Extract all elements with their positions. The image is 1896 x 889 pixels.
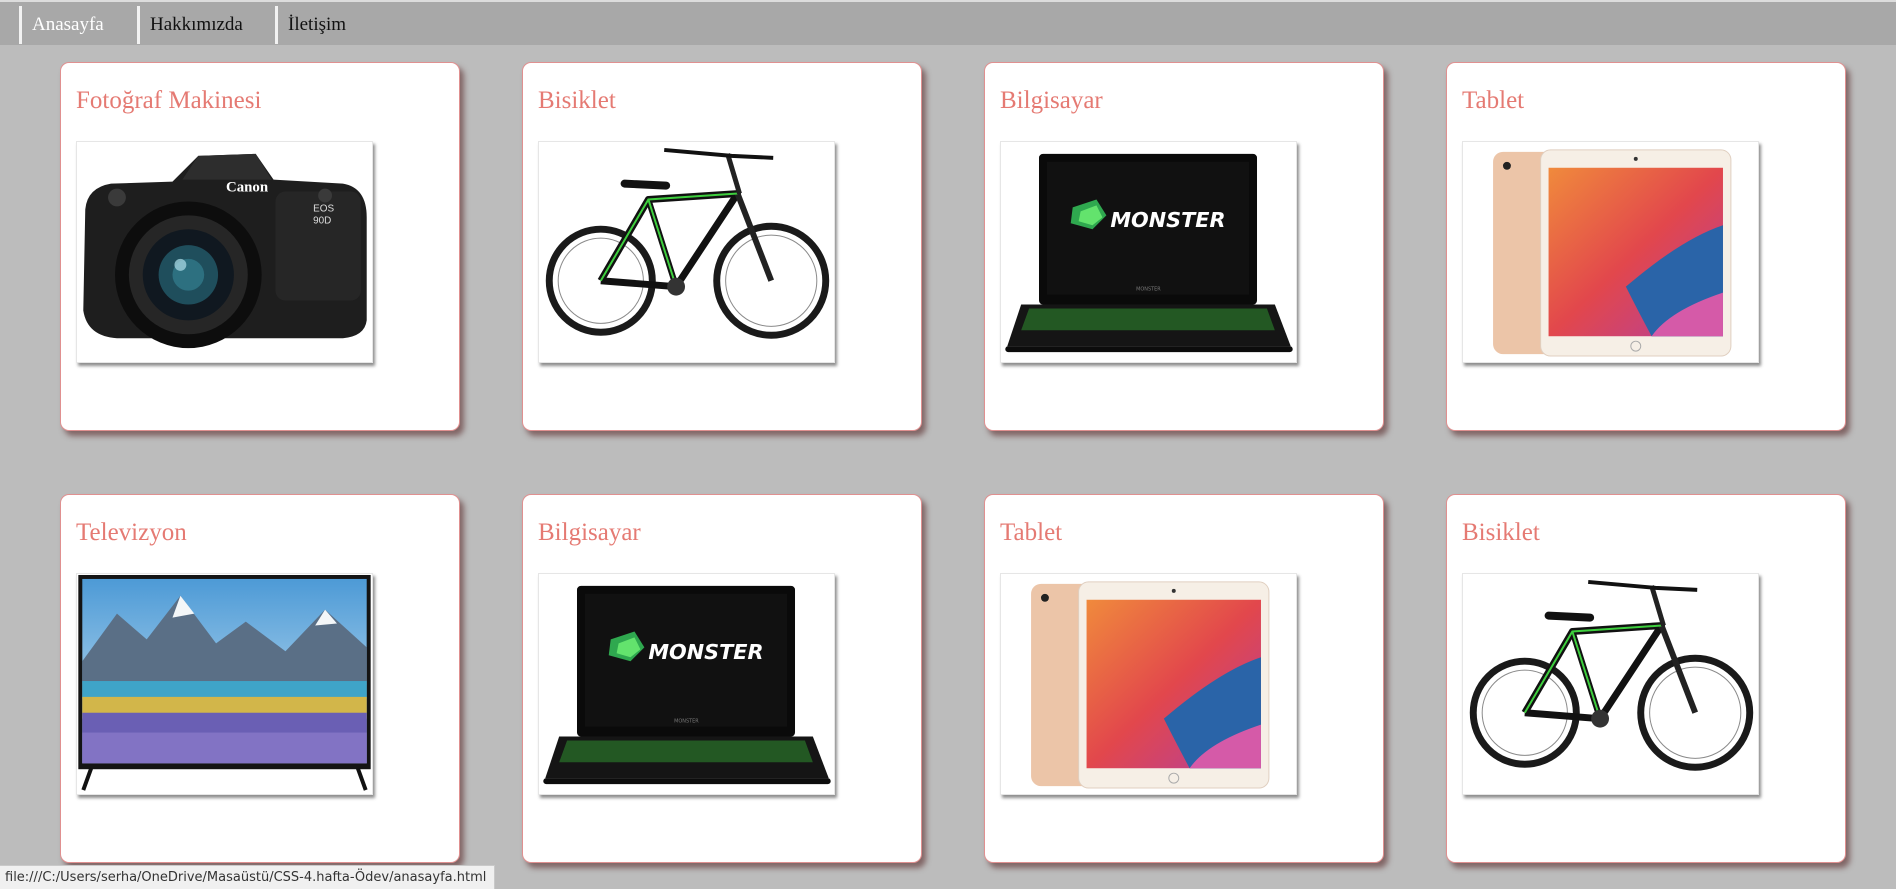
television-image[interactable] [76,573,373,795]
browser-status-url: file:///C:/Users/serha/OneDrive/Masaüstü… [0,865,496,889]
camera-model-line2: 90D [313,215,331,226]
product-card-televizyon: Televizyon [60,494,460,863]
product-title: Bilgisayar [1000,87,1103,114]
product-title: Fotoğraf Makinesi [76,87,262,114]
product-title: Tablet [1462,87,1525,114]
bicycle-image[interactable] [1462,573,1759,795]
product-title: Tablet [1000,519,1063,546]
product-card-bilgisayar-2: Bilgisayar MONSTER MONSTER [522,494,922,863]
product-card-bisiklet: Bisiklet [522,62,922,431]
bicycle-image[interactable] [538,141,835,363]
bicycle-icon [1463,574,1758,794]
nav-item-anasayfa[interactable]: Anasayfa [19,6,139,44]
laptop-brand-text: MONSTER [1110,208,1225,232]
camera-icon: Canon EOS 90D [77,142,372,362]
product-title: Bisiklet [538,87,616,114]
laptop-brand-text: MONSTER [648,640,763,664]
laptop-image[interactable]: MONSTER MONSTER [538,573,835,795]
camera-image[interactable]: Canon EOS 90D [76,141,373,363]
product-card-fotograf-makinesi: Fotoğraf Makinesi Canon EOS 90D [60,62,460,431]
product-title: Bilgisayar [538,519,641,546]
nav-item-hakkimizda[interactable]: Hakkımızda [137,6,277,44]
nav-item-iletisim[interactable]: İletişim [275,6,388,44]
bicycle-icon [539,142,834,362]
camera-model-line1: EOS [313,203,334,214]
product-card-tablet: Tablet [1446,62,1846,431]
television-icon [77,574,372,794]
tablet-image[interactable] [1000,573,1297,795]
product-card-bisiklet-2: Bisiklet [1446,494,1846,863]
product-card-bilgisayar: Bilgisayar MONSTER MONSTER [984,62,1384,431]
tablet-image[interactable] [1462,141,1759,363]
laptop-icon: MONSTER MONSTER [539,574,834,794]
laptop-image[interactable]: MONSTER MONSTER [1000,141,1297,363]
camera-brand-text: Canon [226,180,269,196]
product-title: Televizyon [76,519,187,546]
top-navbar: Anasayfa Hakkımızda İletişim [0,0,1896,45]
tablet-icon [1463,142,1758,362]
tablet-icon [1001,574,1296,794]
laptop-small-label: MONSTER [674,719,699,725]
laptop-icon: MONSTER MONSTER [1001,142,1296,362]
laptop-small-label: MONSTER [1136,287,1161,293]
product-title: Bisiklet [1462,519,1540,546]
product-card-tablet-2: Tablet [984,494,1384,863]
